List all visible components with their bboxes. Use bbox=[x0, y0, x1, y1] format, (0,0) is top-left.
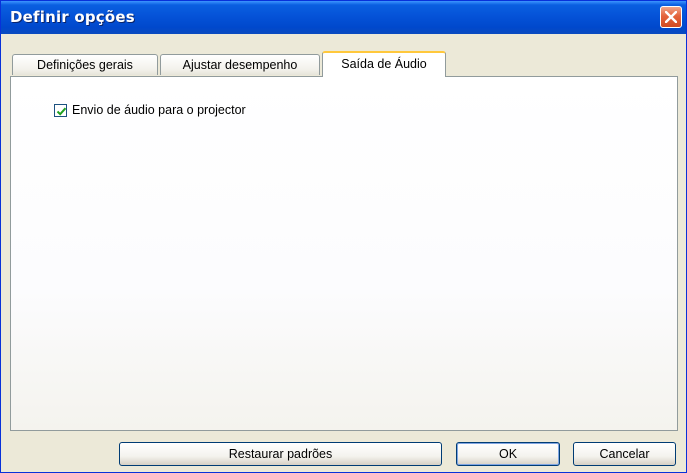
close-button[interactable] bbox=[660, 6, 682, 28]
window-title: Definir opções bbox=[10, 8, 135, 26]
check-icon bbox=[56, 107, 67, 116]
tab-audio-output[interactable]: Saída de Áudio bbox=[322, 51, 446, 77]
cancel-button[interactable]: Cancelar bbox=[573, 442, 676, 466]
close-icon bbox=[665, 11, 677, 23]
title-bar: Definir opções bbox=[1, 1, 686, 34]
tab-performance[interactable]: Ajustar desempenho bbox=[160, 54, 320, 75]
tab-label: Saída de Áudio bbox=[341, 57, 427, 71]
ok-button[interactable]: OK bbox=[456, 442, 560, 466]
tab-general-settings[interactable]: Definições gerais bbox=[12, 54, 158, 75]
audio-to-projector-label: Envio de áudio para o projector bbox=[72, 103, 246, 117]
audio-to-projector-checkbox[interactable] bbox=[54, 104, 67, 117]
restore-defaults-button[interactable]: Restaurar padrões bbox=[119, 442, 442, 466]
tab-label: Definições gerais bbox=[37, 58, 133, 72]
tab-panel-audio-output: Envio de áudio para o projector bbox=[10, 76, 678, 431]
options-dialog: Definir opções Definições gerais Ajustar… bbox=[0, 0, 687, 473]
tab-label: Ajustar desempenho bbox=[182, 58, 298, 72]
